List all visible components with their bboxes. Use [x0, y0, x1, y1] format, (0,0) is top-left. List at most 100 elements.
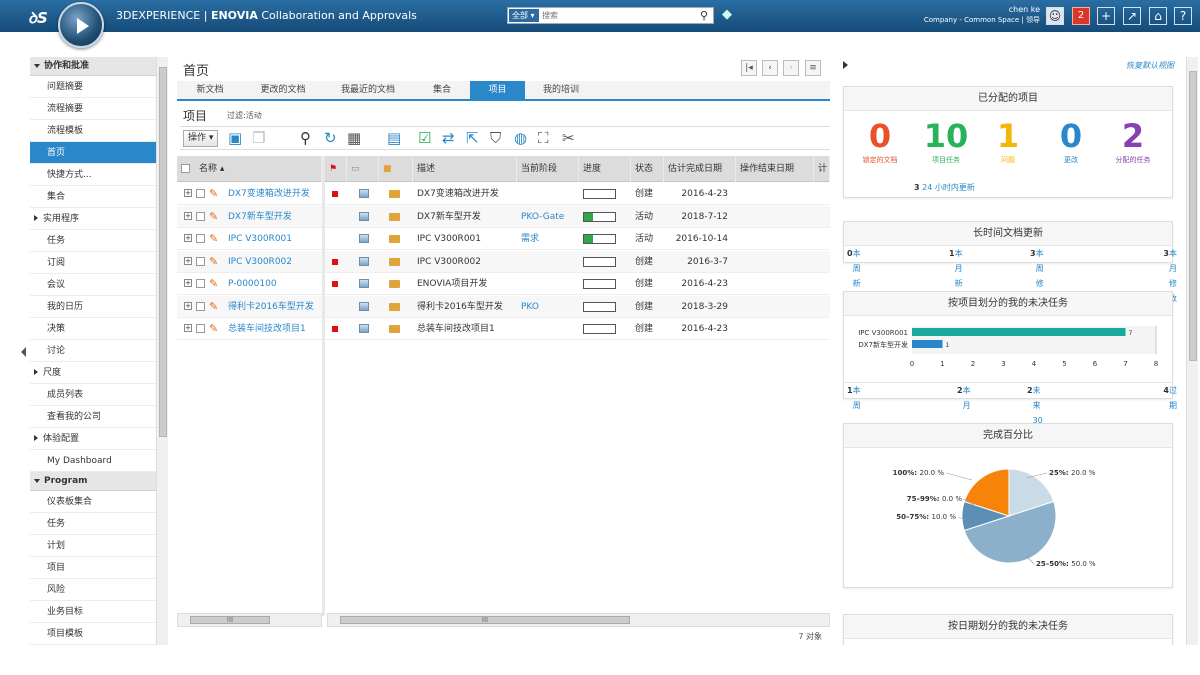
col-name[interactable]: 名称 ▴ — [195, 156, 322, 182]
tab-recent-docs[interactable]: 我最近的文档 — [329, 81, 407, 99]
export-icon[interactable]: ⇱ — [466, 130, 479, 147]
row-name-link[interactable]: DX7变速箱改进开发 — [228, 183, 322, 205]
actions-button[interactable]: 操作 ▾ — [183, 130, 219, 147]
update-link[interactable]: 3 24 小时内更新 — [914, 182, 975, 193]
doc-week-new-link[interactable]: 0 本周新建 — [847, 246, 861, 303]
task-overdue-link[interactable]: 4 过期 — [1163, 383, 1177, 410]
expand-right-icon[interactable] — [843, 61, 848, 69]
task-month-link[interactable]: 2 本月 — [957, 383, 971, 410]
avatar[interactable]: ☺ — [1046, 7, 1064, 25]
tab-new-docs[interactable]: 新文档 — [183, 81, 237, 99]
col-est-finish[interactable]: 估计完成日期 — [664, 156, 736, 182]
col-state[interactable]: 状态 — [631, 156, 664, 182]
expand-row-icon[interactable]: + — [184, 256, 192, 265]
folder-icon[interactable] — [389, 212, 400, 221]
nav-item-issues[interactable]: 问题摘要 — [30, 76, 156, 98]
stat-issues[interactable]: 1 问题 — [975, 119, 1041, 165]
stat-project-tasks[interactable]: 10 项目任务 — [913, 119, 979, 165]
left-hscrollbar[interactable]: III — [177, 613, 322, 627]
nav-item-goals[interactable]: 业务目标 — [30, 601, 156, 623]
expand-row-icon[interactable]: + — [184, 324, 192, 332]
globe-icon[interactable]: ◍ — [514, 130, 527, 147]
expand-row-icon[interactable]: + — [184, 211, 192, 220]
nav-item-tasks[interactable]: 任务 — [30, 230, 156, 252]
row-name-link[interactable]: IPC V300R002 — [228, 251, 322, 273]
row-name-link[interactable]: DX7新车型开发 — [228, 206, 322, 228]
folder-icon[interactable] — [389, 235, 400, 243]
nav-item-subscriptions[interactable]: 订阅 — [30, 252, 156, 274]
refresh-icon[interactable]: ↻ — [324, 130, 337, 147]
add-icon[interactable]: + — [1097, 7, 1115, 25]
nav-item-members[interactable]: 成员列表 — [30, 384, 156, 406]
table-row[interactable]: + ✎ DX7新车型开发 DX7新车型开发 PKO-Gate 活动 2018-7-12 — [177, 205, 830, 228]
stat-changes[interactable]: 0 更改 — [1038, 119, 1104, 165]
folder-icon[interactable] — [389, 257, 400, 266]
search-input[interactable] — [542, 9, 692, 22]
grid-split-divider[interactable] — [322, 156, 325, 616]
left-scrollbar[interactable] — [156, 57, 168, 645]
tab-training[interactable]: 我的培训 — [529, 81, 593, 99]
nav-item-dashboards[interactable]: 仪表板集合 — [30, 491, 156, 513]
prev-page-button[interactable]: ‹ — [762, 60, 778, 76]
restore-default-view-link[interactable]: 恢复默认视图 — [1126, 60, 1174, 71]
nav-item-my-company[interactable]: 查看我的公司 — [30, 406, 156, 428]
doc-month-mod-link[interactable]: 3 本月修改 — [1163, 246, 1177, 303]
table-row[interactable]: + ✎ DX7变速箱改进开发 DX7变速箱改进开发 创建 2016-4-23 — [177, 183, 830, 205]
nav-item-route-templates[interactable]: 流程模板 — [30, 120, 156, 142]
folder-icon[interactable] — [389, 302, 400, 311]
tag-icon[interactable]: ◆ — [722, 7, 732, 22]
row-name-link[interactable]: 总装车间技改项目1 — [228, 318, 322, 340]
nav-item-meetings[interactable]: 会议 — [30, 274, 156, 296]
nav-item-risks[interactable]: 风险 — [30, 579, 156, 601]
help-icon[interactable]: ? — [1174, 7, 1192, 25]
filter-icon[interactable]: ⛉ — [490, 130, 501, 147]
row-phase-link[interactable]: 需求 — [521, 228, 579, 250]
doc-month-new-link[interactable]: 1 本月新建 — [949, 246, 963, 303]
filter-label[interactable]: 过滤:活动 — [227, 110, 262, 121]
search-scope-select[interactable]: 全部 ▾ — [509, 9, 539, 22]
col-more[interactable]: 计 — [814, 156, 830, 182]
home-icon[interactable]: ⌂ — [1149, 7, 1167, 25]
list-view-button[interactable]: ≡ — [805, 60, 821, 76]
select-all-checkbox[interactable] — [181, 164, 190, 173]
share-icon[interactable]: ↗ — [1123, 7, 1141, 25]
row-name-link[interactable]: 得利卡2016车型开发 — [228, 296, 322, 318]
row-checkbox[interactable] — [196, 256, 205, 266]
expand-row-icon[interactable]: + — [184, 189, 192, 197]
tools-icon[interactable]: ✂ — [562, 130, 575, 147]
tab-changed-docs[interactable]: 更改的文档 — [249, 81, 317, 99]
task-week-link[interactable]: 1 本周 — [847, 383, 861, 410]
row-checkbox[interactable] — [196, 211, 205, 221]
collapse-left-icon[interactable] — [21, 347, 26, 357]
notification-badge[interactable]: 2 — [1072, 7, 1090, 25]
col-progress[interactable]: 进度 — [579, 156, 631, 182]
nav-item-scale[interactable]: 尺度 — [30, 362, 156, 384]
stat-assigned-tasks[interactable]: 2 分配的任务 — [1100, 119, 1166, 165]
tab-projects[interactable]: 项目 — [470, 81, 525, 99]
nav-section-collab[interactable]: 协作和批准 — [30, 57, 156, 76]
folder-icon[interactable] — [389, 190, 400, 198]
expand-row-icon[interactable]: + — [184, 301, 192, 310]
nav-item-calendar[interactable]: 我的日历 — [30, 296, 156, 318]
nav-item-dashboard[interactable]: My Dashboard — [30, 450, 156, 472]
stat-locked-docs[interactable]: 0 锁定的文档 — [847, 119, 913, 165]
compass-icon[interactable] — [58, 2, 104, 48]
create-icon[interactable]: ▣ — [228, 130, 242, 147]
view-icon[interactable]: ▤ — [387, 130, 401, 147]
task-30days-link[interactable]: 2 未来 30 天 — [1027, 383, 1043, 440]
nav-item-utilities[interactable]: 实用程序 — [30, 208, 156, 230]
row-checkbox[interactable] — [196, 189, 205, 198]
expand-row-icon[interactable]: + — [184, 279, 192, 287]
row-checkbox[interactable] — [196, 324, 205, 333]
row-checkbox[interactable] — [196, 234, 205, 243]
table-row[interactable]: + ✎ P-0000100 ENOVIA项目开发 创建 2016-4-23 — [177, 273, 830, 295]
copy-icon[interactable]: ❐ — [252, 130, 265, 147]
folder-icon[interactable] — [389, 325, 400, 333]
next-page-button[interactable]: › — [783, 60, 799, 76]
search-bar[interactable]: 全部 ▾ ⚲ — [507, 7, 714, 24]
nav-item-plans[interactable]: 计划 — [30, 535, 156, 557]
row-phase-link[interactable]: PKO-Gate — [521, 206, 579, 228]
checklist-icon[interactable]: ☑ — [418, 130, 431, 147]
user-info[interactable]: chen ke Company - Common Space | 领导 — [924, 5, 1040, 25]
nav-item-program-tasks[interactable]: 任务 — [30, 513, 156, 535]
